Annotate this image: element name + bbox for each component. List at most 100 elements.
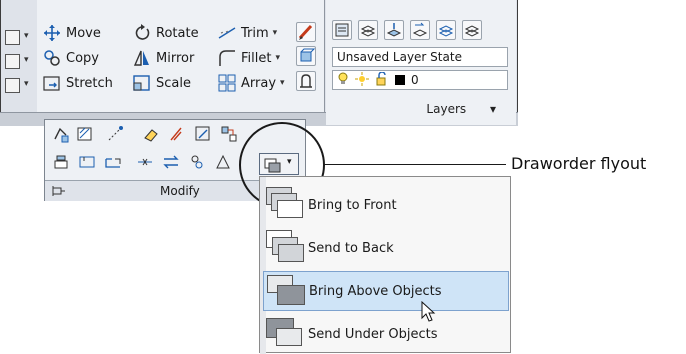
partial-tool-icon xyxy=(5,30,20,45)
join-icon xyxy=(221,126,237,142)
trim-button[interactable]: Trim ▾ xyxy=(218,21,277,45)
fillet-button[interactable]: Fillet ▾ xyxy=(218,46,280,70)
modify-panel-title[interactable]: Modify xyxy=(160,184,200,198)
copy-nested-icon xyxy=(191,155,203,169)
erase-button[interactable] xyxy=(141,124,161,144)
layer-match-icon xyxy=(386,23,402,37)
mirror-icon xyxy=(133,49,151,67)
layers-panel-title[interactable]: Layers ▾ xyxy=(326,102,516,116)
left-tool-column: ▾ ▾ ▾ xyxy=(0,26,36,116)
array-label: Array xyxy=(241,75,277,91)
send-under-objects-label: Send Under Objects xyxy=(308,326,438,342)
align-tool-button[interactable] xyxy=(296,71,316,91)
chevron-down-icon[interactable]: ▾ xyxy=(275,53,280,63)
layer-previous-icon xyxy=(412,22,428,37)
layer-tool-6[interactable] xyxy=(462,20,482,40)
layer-state-dropdown[interactable]: Unsaved Layer State xyxy=(332,47,508,67)
modify-panel: Move Rotate Trim ▾ Copy Mirror Fillet ▾ xyxy=(37,0,325,112)
edit-hatch-button[interactable] xyxy=(75,124,95,144)
set-by-layer-button[interactable] xyxy=(213,152,233,172)
layer-isolate-icon xyxy=(438,25,454,37)
lengthen-button[interactable] xyxy=(105,124,125,144)
rotate-label: Rotate xyxy=(156,25,199,41)
partial-tool-icon xyxy=(5,54,20,69)
partial-tool-icon xyxy=(5,78,20,93)
explode-icon xyxy=(170,127,182,141)
break-at-point-icon xyxy=(79,156,95,168)
bring-above-objects-item[interactable]: Bring Above Objects xyxy=(263,271,509,311)
move-label: Move xyxy=(66,25,101,41)
partial-tool-1[interactable]: ▾ xyxy=(0,26,34,48)
lightbulb-icon xyxy=(337,72,349,89)
mouse-cursor-icon xyxy=(421,301,436,322)
callout-leader-line xyxy=(324,164,506,165)
layer-unisolate-icon xyxy=(464,25,480,37)
layer-properties-icon xyxy=(335,23,349,37)
scale-icon xyxy=(133,74,151,92)
layer-color-swatch xyxy=(395,75,405,85)
chevron-down-icon[interactable]: ▾ xyxy=(24,79,29,89)
join-button[interactable] xyxy=(219,124,239,144)
send-to-back-icon xyxy=(266,230,304,266)
stretch-label: Stretch xyxy=(66,75,113,91)
edit-polyline-button[interactable] xyxy=(51,124,71,144)
move-button[interactable]: Move xyxy=(43,21,101,45)
fillet-icon xyxy=(218,49,236,67)
copy-nested-button[interactable] xyxy=(187,152,207,172)
chevron-down-icon[interactable]: ▾ xyxy=(280,78,285,88)
solid-tool-button[interactable] xyxy=(296,46,316,66)
offset-icon xyxy=(195,126,210,141)
layer-tool-2[interactable] xyxy=(358,20,378,40)
partial-tool-3[interactable]: ▾ xyxy=(0,74,34,96)
layer-tool-5[interactable] xyxy=(436,20,456,40)
edit-hatch-icon xyxy=(77,127,92,141)
scale-button[interactable]: Scale xyxy=(133,71,191,95)
layer-tool-3[interactable] xyxy=(384,20,404,40)
rotate-button[interactable]: Rotate xyxy=(133,21,199,45)
copy-button[interactable]: Copy xyxy=(43,46,99,70)
break-at-point-button[interactable] xyxy=(77,152,97,172)
array-button[interactable]: Array ▾ xyxy=(218,71,285,95)
align-button[interactable] xyxy=(51,152,71,172)
reverse-button[interactable] xyxy=(161,152,181,172)
bring-to-front-icon xyxy=(266,187,304,223)
chevron-down-icon[interactable]: ▾ xyxy=(24,55,29,65)
stretch-button[interactable]: Stretch xyxy=(43,71,113,95)
array-icon xyxy=(218,74,236,92)
bring-to-front-item[interactable]: Bring to Front xyxy=(263,185,509,225)
set-by-layer-icon xyxy=(216,154,230,169)
current-layer-name: 0 xyxy=(411,73,419,87)
bring-to-front-label: Bring to Front xyxy=(308,197,397,213)
pin-icon[interactable] xyxy=(51,184,65,201)
layers-title-label: Layers xyxy=(426,102,467,116)
join-line-button[interactable] xyxy=(135,152,155,172)
sun-icon xyxy=(355,71,369,89)
layer-tool-1[interactable] xyxy=(332,20,352,40)
offset-button[interactable] xyxy=(193,124,213,144)
bring-above-objects-icon xyxy=(267,273,305,309)
pencil-tool-button[interactable] xyxy=(296,22,316,42)
lock-icon xyxy=(375,70,389,89)
break-button[interactable] xyxy=(103,152,123,172)
callout-label: Draworder flyout xyxy=(511,154,647,173)
fillet-label: Fillet xyxy=(241,50,272,66)
partial-tool-2[interactable]: ▾ xyxy=(0,50,34,72)
stretch-icon xyxy=(43,74,61,92)
scale-label: Scale xyxy=(156,75,191,91)
reverse-icon xyxy=(163,155,179,169)
layer-dropdown[interactable]: 0 xyxy=(332,70,508,90)
chevron-down-icon[interactable]: ▾ xyxy=(273,28,278,38)
send-under-objects-item[interactable]: Send Under Objects xyxy=(263,314,509,354)
mirror-label: Mirror xyxy=(156,50,195,66)
mirror-button[interactable]: Mirror xyxy=(133,46,194,70)
send-to-back-item[interactable]: Send to Back xyxy=(263,228,509,268)
layers-panel: Unsaved Layer State 0 Layers ▾ xyxy=(326,0,516,125)
copy-label: Copy xyxy=(66,50,99,66)
move-icon xyxy=(43,24,61,42)
trim-icon xyxy=(218,24,236,42)
chevron-down-icon[interactable]: ▾ xyxy=(24,31,29,41)
break-icon xyxy=(105,158,121,168)
layer-tool-4[interactable] xyxy=(410,20,430,40)
explode-button[interactable] xyxy=(167,124,187,144)
join-line-icon xyxy=(138,158,152,166)
